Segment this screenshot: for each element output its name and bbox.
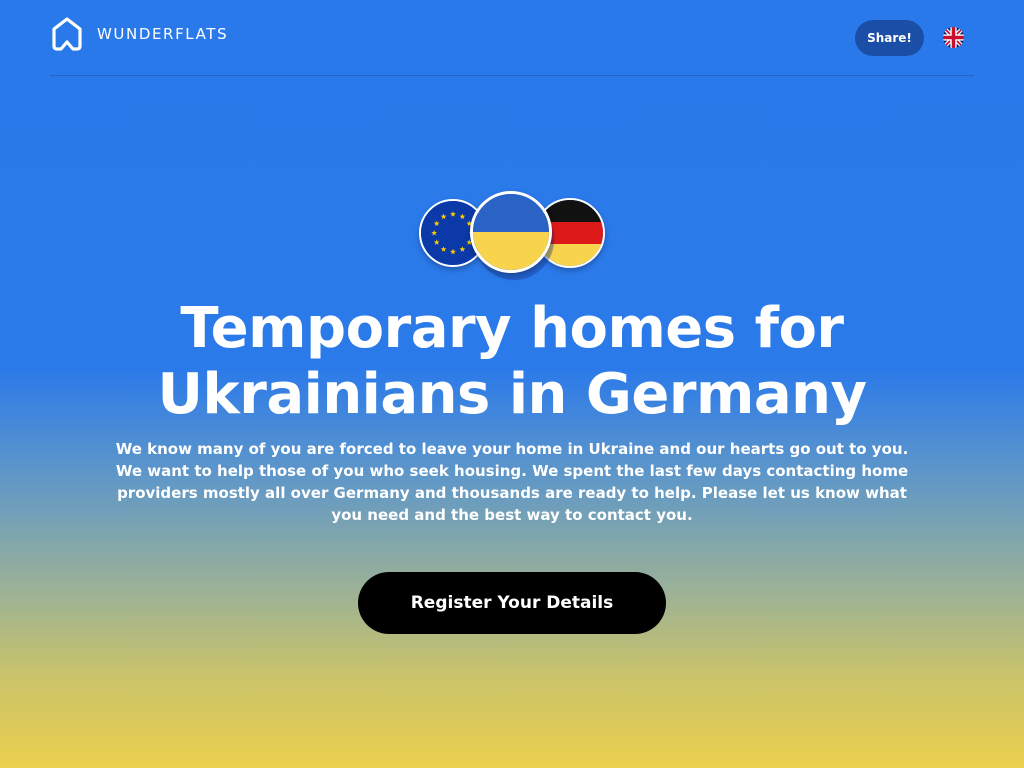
language-selector[interactable] — [943, 27, 964, 48]
flag-group — [418, 190, 608, 282]
uk-flag-icon — [943, 27, 964, 48]
site-header: WUNDERFLATS Share! — [50, 0, 974, 76]
page-title-line-1: Temporary homes for — [180, 296, 844, 361]
page-title: Temporary homes for Ukrainians in German… — [0, 296, 1024, 428]
ukraine-flag-icon — [470, 191, 552, 273]
brand-name: WUNDERFLATS — [97, 25, 229, 43]
brand-logo[interactable]: WUNDERFLATS — [50, 16, 228, 52]
house-outline-icon — [52, 17, 82, 51]
page-title-line-2: Ukrainians in Germany — [157, 362, 868, 427]
share-button[interactable]: Share! — [855, 20, 924, 56]
intro-paragraph: We know many of you are forced to leave … — [115, 440, 909, 524]
register-details-button[interactable]: Register Your Details — [358, 572, 666, 634]
